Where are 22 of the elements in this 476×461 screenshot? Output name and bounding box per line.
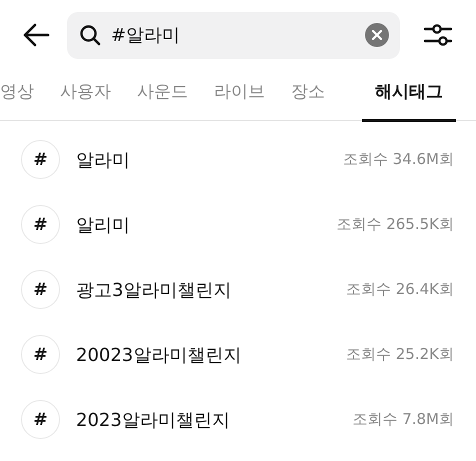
hashtag-icon: # — [21, 205, 60, 244]
clear-icon[interactable] — [365, 23, 389, 47]
view-count: 조회수 34.6M회 — [342, 150, 454, 169]
hashtag-icon: # — [21, 335, 60, 374]
search-icon — [79, 24, 101, 46]
filter-icon[interactable] — [423, 22, 453, 48]
hashtag-name[interactable]: 알리미 — [76, 212, 130, 236]
hashtag-icon: # — [21, 400, 60, 439]
hashtag-name[interactable]: 알라미 — [76, 148, 130, 172]
back-arrow-icon[interactable] — [22, 23, 50, 47]
hashtag-name[interactable]: 20023알라미챌린지 — [76, 342, 242, 366]
search-field[interactable]: #알라미 — [67, 12, 400, 58]
search-text: #알라미 — [111, 24, 182, 47]
view-count: 조회수 265.5K회 — [336, 215, 454, 234]
view-count: 조회수 25.2K회 — [346, 345, 454, 364]
tab[interactable]: 해시태그 — [362, 70, 456, 122]
hashtag-name[interactable]: 2023알라미챌린지 — [76, 408, 230, 432]
hashtag-name[interactable]: 광고3알라미챌린지 — [76, 278, 232, 302]
view-count: 조회수 26.4K회 — [346, 280, 454, 299]
hashtag-icon: # — [21, 140, 60, 179]
hashtag-icon: # — [21, 270, 60, 309]
view-count: 조회수 7.8M회 — [352, 410, 454, 429]
